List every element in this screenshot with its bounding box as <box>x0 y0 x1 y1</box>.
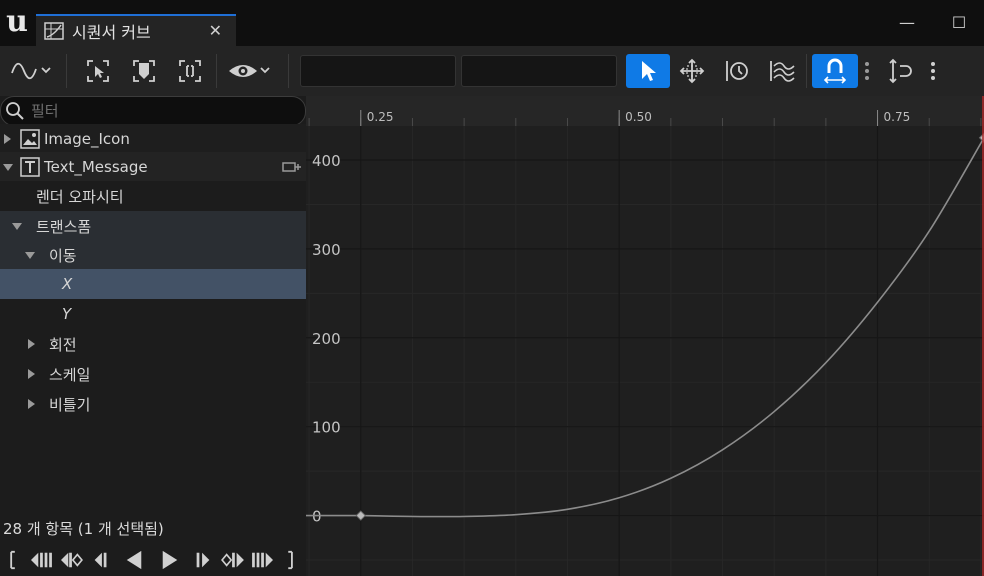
cursor-arrow-icon <box>642 61 656 81</box>
wave-stack-icon <box>770 61 795 82</box>
expand-arrow-icon[interactable] <box>28 399 35 409</box>
magnet-snap-icon <box>823 58 847 84</box>
vertical-dots-icon <box>865 62 869 80</box>
tree-item-label: 렌더 오파시티 <box>36 187 124 206</box>
text-widget-icon <box>20 157 40 177</box>
tree-item-label: 트랜스폼 <box>36 217 92 236</box>
playback-controls <box>0 544 306 576</box>
tree-item-translation-x[interactable]: X <box>0 269 306 299</box>
expand-arrow-icon[interactable] <box>4 134 11 144</box>
x-tick-label: 0.50 <box>625 110 652 124</box>
y-tick-label: 0 <box>312 508 322 526</box>
item-count-status: 28 개 항목 (1 개 선택됨) <box>3 520 164 538</box>
snap-value-button[interactable] <box>812 54 858 88</box>
jump-to-end-icon[interactable] <box>250 550 276 570</box>
tree-item-image-icon[interactable]: Image_Icon <box>0 124 306 154</box>
transform-tool-button[interactable] <box>676 54 708 88</box>
curve-graph-svg[interactable]: 0.25 0.50 0.75 0 100 200 300 400 <box>306 96 984 576</box>
tree-item-transform[interactable]: 트랜스폼 <box>0 211 306 241</box>
tree-item-translation[interactable]: 이동 <box>0 240 306 270</box>
tree-item-label: 회전 <box>49 335 77 354</box>
x-tick-label: 0.75 <box>884 110 911 124</box>
select-frame-icon <box>87 60 109 82</box>
play-reverse-icon[interactable] <box>124 550 144 570</box>
play-icon[interactable] <box>160 550 180 570</box>
filter-input[interactable] <box>31 102 291 120</box>
curve-grid-icon <box>44 22 64 40</box>
visibility-menu-button[interactable] <box>226 54 276 88</box>
tree-item-label: 이동 <box>49 246 77 265</box>
unreal-logo-icon: u <box>6 4 28 39</box>
curve-tree-panel: Image_Icon Text_Message 렌더 오파시티 트랜스폼 이동 … <box>0 96 306 576</box>
retime-clock-icon <box>726 61 748 81</box>
vertical-dots-icon <box>931 62 935 80</box>
frame-key-icon <box>133 60 155 82</box>
search-icon <box>6 102 24 120</box>
x-tick-label: 0.25 <box>367 110 394 124</box>
tab-close-icon[interactable]: ✕ <box>209 21 222 40</box>
move-transform-icon <box>679 58 705 84</box>
frame-all-button[interactable] <box>176 54 204 88</box>
tree-item-shear[interactable]: 비틀기 <box>0 389 306 419</box>
retime-tool-button[interactable] <box>722 54 752 88</box>
frame-selection-button[interactable] <box>130 54 158 88</box>
y-tick-label: 300 <box>312 241 341 259</box>
key-time-field[interactable] <box>300 55 456 87</box>
title-bar: u 시퀀서 커브 ✕ — ☐ <box>0 0 984 46</box>
y-tick-label: 100 <box>312 419 341 437</box>
y-tick-label: 200 <box>312 330 341 348</box>
filter-search-box[interactable] <box>0 96 306 126</box>
curve-editor-graph[interactable]: 0.25 0.50 0.75 0 100 200 300 400 <box>306 96 984 576</box>
normalize-view-button[interactable] <box>886 54 916 88</box>
tree-item-label: 스케일 <box>49 365 91 384</box>
tree-item-label: Image_Icon <box>44 130 130 148</box>
key-value-field[interactable] <box>461 55 617 87</box>
tree-item-translation-y[interactable]: Y <box>0 299 306 329</box>
snap-options-button[interactable] <box>860 54 874 88</box>
curve-view-mode-button[interactable] <box>6 54 54 88</box>
step-forward-icon[interactable] <box>194 550 212 570</box>
range-start-icon[interactable] <box>8 550 18 570</box>
collapse-arrow-icon[interactable] <box>3 164 13 171</box>
tree-item-label: Text_Message <box>44 158 148 176</box>
axis-snap-icon <box>889 58 912 84</box>
expand-arrow-icon[interactable] <box>28 369 35 379</box>
wave-icon <box>11 62 51 80</box>
range-end-icon[interactable] <box>286 550 296 570</box>
pin-track-icon[interactable] <box>282 160 302 174</box>
curve-editor-toolbar <box>0 46 984 96</box>
collapse-arrow-icon[interactable] <box>25 252 35 259</box>
more-options-button[interactable] <box>926 54 940 88</box>
tree-item-scale[interactable]: 스케일 <box>0 359 306 389</box>
minimize-button[interactable]: — <box>892 8 922 38</box>
expand-arrow-icon[interactable] <box>28 339 35 349</box>
frame-all-icon <box>179 60 201 82</box>
tree-item-label: X <box>62 275 73 293</box>
y-tick-label: 400 <box>312 152 341 170</box>
tab-label: 시퀀서 커브 <box>72 23 151 42</box>
collapse-arrow-icon[interactable] <box>12 223 22 230</box>
next-key-icon[interactable] <box>220 550 246 570</box>
translation-x-curve[interactable] <box>306 137 984 518</box>
select-all-keys-button[interactable] <box>84 54 112 88</box>
tree-item-label: Y <box>62 305 72 323</box>
maximize-button[interactable]: ☐ <box>944 8 974 38</box>
image-widget-icon <box>20 129 40 149</box>
keyframe-handle[interactable] <box>355 510 366 521</box>
eye-icon <box>229 65 270 77</box>
tab-sequencer-curves[interactable]: 시퀀서 커브 ✕ <box>36 14 236 46</box>
step-back-icon[interactable] <box>92 550 110 570</box>
tree-item-label: 비틀기 <box>49 395 91 414</box>
multi-scale-tool-button[interactable] <box>766 54 798 88</box>
tree-item-rotation[interactable]: 회전 <box>0 329 306 359</box>
tree-item-text-message[interactable]: Text_Message <box>0 152 306 182</box>
tree-item-render-opacity[interactable]: 렌더 오파시티 <box>0 181 306 211</box>
select-tool-button[interactable] <box>626 54 670 88</box>
jump-to-start-icon[interactable] <box>28 550 54 570</box>
previous-key-icon[interactable] <box>58 550 84 570</box>
